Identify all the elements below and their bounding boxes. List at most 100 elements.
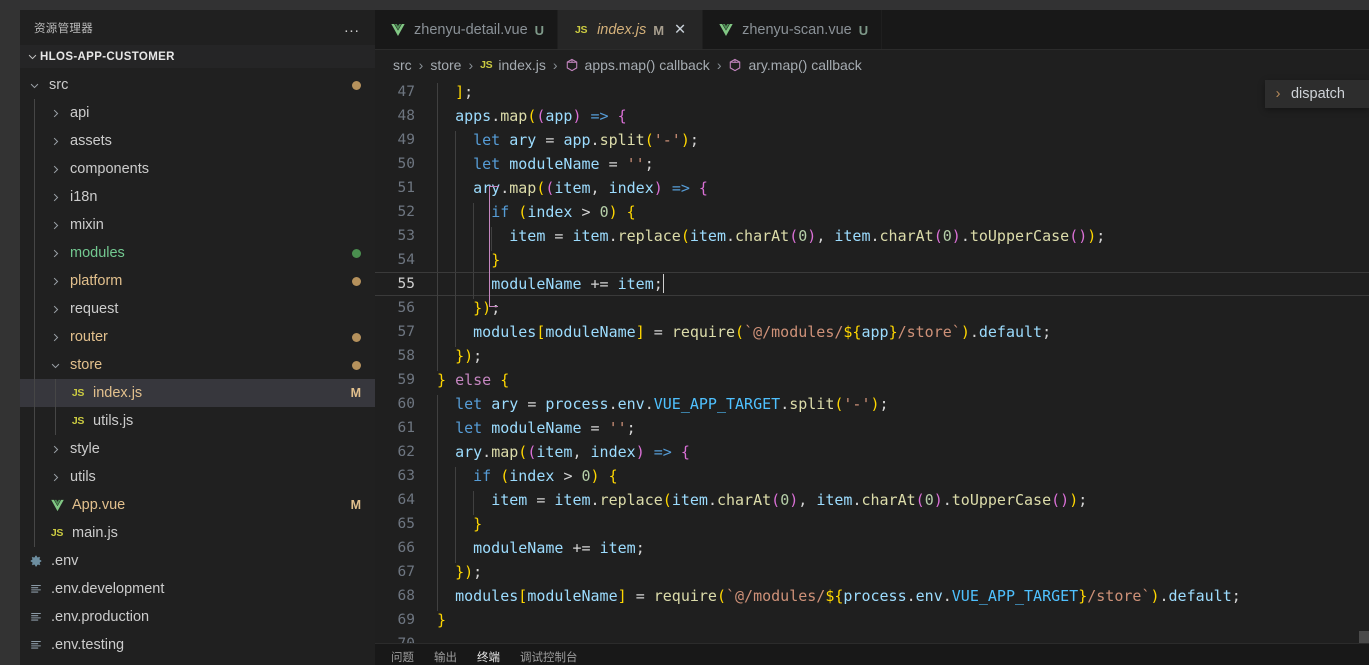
chevron-right-icon[interactable] <box>47 105 63 121</box>
tree-item-platform[interactable]: platform <box>20 267 375 295</box>
code-line-50[interactable]: 50 let moduleName = ''; <box>375 152 1369 179</box>
explorer-title: 资源管理器 <box>34 22 93 35</box>
chevron-right-icon[interactable] <box>47 273 63 289</box>
chevron-right-icon[interactable] <box>47 441 63 457</box>
tree-item-mixin[interactable]: mixin <box>20 211 375 239</box>
tree-item-main-js[interactable]: JS main.js <box>20 519 375 547</box>
code-line-47[interactable]: 47 ]; <box>375 80 1369 107</box>
panel-tab-3[interactable]: 调试控制台 <box>520 644 578 665</box>
activity-bar[interactable] <box>0 10 20 665</box>
workspace-root-label: HLOS-APP-CUSTOMER <box>40 50 175 63</box>
tree-item-router[interactable]: router <box>20 323 375 351</box>
bottom-panel[interactable]: 问题 输出 终端 调试控制台 <box>375 643 1369 665</box>
chevron-right-icon[interactable] <box>47 245 63 261</box>
chevron-down-icon[interactable] <box>26 77 42 93</box>
code-line-54[interactable]: 54 } <box>375 248 1369 275</box>
bracket-pair-guide <box>489 186 490 306</box>
tree-item-index-js[interactable]: JS index.js M <box>20 379 375 407</box>
code-line-56[interactable]: 56 }); <box>375 296 1369 323</box>
panel-tab-2[interactable]: 终端 <box>477 644 500 665</box>
editor-tab-zhenyu-detail-vue[interactable]: zhenyu-detail.vue U <box>375 10 559 50</box>
tree-item-env-testing[interactable]: .env.testing <box>20 631 375 659</box>
tree-item-components[interactable]: components <box>20 155 375 183</box>
chevron-down-icon <box>24 49 40 65</box>
code-line-48[interactable]: 48 apps.map((app) => { <box>375 104 1369 131</box>
editor-tab-zhenyu-scan-vue[interactable]: zhenyu-scan.vue U <box>703 10 883 50</box>
breadcrumb-label: src <box>393 57 412 73</box>
js-file-icon: JS <box>50 527 64 539</box>
tree-item-assets[interactable]: assets <box>20 127 375 155</box>
code-text: if (index > 0) { <box>437 467 1369 491</box>
line-number: 51 <box>397 180 415 196</box>
code-line-63[interactable]: 63 if (index > 0) { <box>375 464 1369 491</box>
explorer-actions[interactable]: ... <box>341 18 363 38</box>
more-actions-icon[interactable]: ... <box>341 18 363 38</box>
breadcrumb-item[interactable]: apps.map() callback <box>563 57 712 73</box>
code-line-59[interactable]: 59} else { <box>375 368 1369 392</box>
breadcrumb-label: store <box>430 57 462 73</box>
tree-item-app-vue[interactable]: App.vue M <box>20 491 375 519</box>
editor-tab-index-js[interactable]: JS index.js M ✕ <box>558 10 704 50</box>
code-editor[interactable]: 47 ]; 48 apps.map((app) => {49 let ary = … <box>375 80 1369 648</box>
chevron-right-icon[interactable] <box>47 329 63 345</box>
code-text: let moduleName = ''; <box>437 155 1369 179</box>
code-line-53[interactable]: 53 item = item.replace(item.charAt(0), i… <box>375 224 1369 251</box>
vue-file-icon <box>47 498 67 513</box>
code-line-49[interactable]: 49 let ary = app.split('-'); <box>375 128 1369 155</box>
tree-item-src[interactable]: src <box>20 71 375 99</box>
code-line-64[interactable]: 64 item = item.replace(item.charAt(0), i… <box>375 488 1369 515</box>
code-line-57[interactable]: 57 modules[moduleName] = require(`@/modu… <box>375 320 1369 347</box>
close-icon[interactable]: ✕ <box>671 21 689 39</box>
code-line-68[interactable]: 68 modules[moduleName] = require(`@/modu… <box>375 584 1369 611</box>
code-line-61[interactable]: 61 let moduleName = ''; <box>375 416 1369 443</box>
breadcrumb-label: index.js <box>498 57 546 73</box>
tree-item-utils[interactable]: utils <box>20 463 375 491</box>
breadcrumb-label: ary.map() callback <box>748 57 862 73</box>
code-text: } <box>437 515 1369 539</box>
tree-item-env-development[interactable]: .env.development <box>20 575 375 603</box>
workspace-root-row[interactable]: HLOS-APP-CUSTOMER <box>20 45 375 68</box>
chevron-right-icon[interactable] <box>47 469 63 485</box>
code-line-65[interactable]: 65 } <box>375 512 1369 539</box>
tree-item-store[interactable]: store <box>20 351 375 379</box>
sticky-scroll-dispatch[interactable]: › dispatch <box>1264 80 1369 108</box>
code-text: let ary = app.split('-'); <box>437 131 1369 155</box>
code-line-67[interactable]: 67 }); <box>375 560 1369 587</box>
code-line-62[interactable]: 62 ary.map((item, index) => { <box>375 440 1369 467</box>
chevron-right-icon[interactable] <box>47 301 63 317</box>
line-number: 52 <box>397 204 415 220</box>
code-line-51[interactable]: 51 ary.map((item, index) => { <box>375 176 1369 203</box>
code-line-60[interactable]: 60 let ary = process.env.VUE_APP_TARGET.… <box>375 392 1369 419</box>
code-line-52[interactable]: 52 if (index > 0) { <box>375 200 1369 227</box>
chevron-down-icon[interactable] <box>47 357 63 373</box>
tree-item-request[interactable]: request <box>20 295 375 323</box>
tree-item-style[interactable]: style <box>20 435 375 463</box>
tree-item-env[interactable]: .env <box>20 547 375 575</box>
git-status-dot <box>352 332 361 342</box>
line-number: 48 <box>397 108 415 124</box>
code-line-66[interactable]: 66 moduleName += item; <box>375 536 1369 563</box>
chevron-right-icon[interactable] <box>47 161 63 177</box>
chevron-right-icon[interactable] <box>47 217 63 233</box>
breadcrumb-item[interactable]: store <box>428 57 463 73</box>
tree-item-modules[interactable]: modules <box>20 239 375 267</box>
panel-tab-0[interactable]: 问题 <box>391 644 414 665</box>
breadcrumb-item[interactable]: JS index.js <box>478 57 548 73</box>
breadcrumb[interactable]: src › store › JS index.js › apps.map() callback… <box>375 50 1369 80</box>
file-tree[interactable]: src api assets components i18n mixin modules pl… <box>20 68 375 659</box>
code-line-58[interactable]: 58 }); <box>375 344 1369 371</box>
tree-item-api[interactable]: api <box>20 99 375 127</box>
code-line-69[interactable]: 69} <box>375 608 1369 632</box>
chevron-right-icon[interactable] <box>47 133 63 149</box>
chevron-right-icon[interactable] <box>47 189 63 205</box>
breadcrumb-item[interactable]: ary.map() callback <box>726 57 863 73</box>
line-number: 50 <box>397 156 415 172</box>
tree-item-env-production[interactable]: .env.production <box>20 603 375 631</box>
tree-item-i18n[interactable]: i18n <box>20 183 375 211</box>
sticky-scroll-label: dispatch <box>1290 86 1345 102</box>
tree-item-utils-js[interactable]: JS utils.js <box>20 407 375 435</box>
code-line-55[interactable]: 55 moduleName += item; <box>375 272 1369 299</box>
breadcrumb-item[interactable]: src <box>391 57 414 73</box>
editor-tab-bar[interactable]: zhenyu-detail.vue U JS index.js M ✕ zhenyu-sca… <box>375 10 1369 50</box>
panel-tab-1[interactable]: 输出 <box>434 644 457 665</box>
